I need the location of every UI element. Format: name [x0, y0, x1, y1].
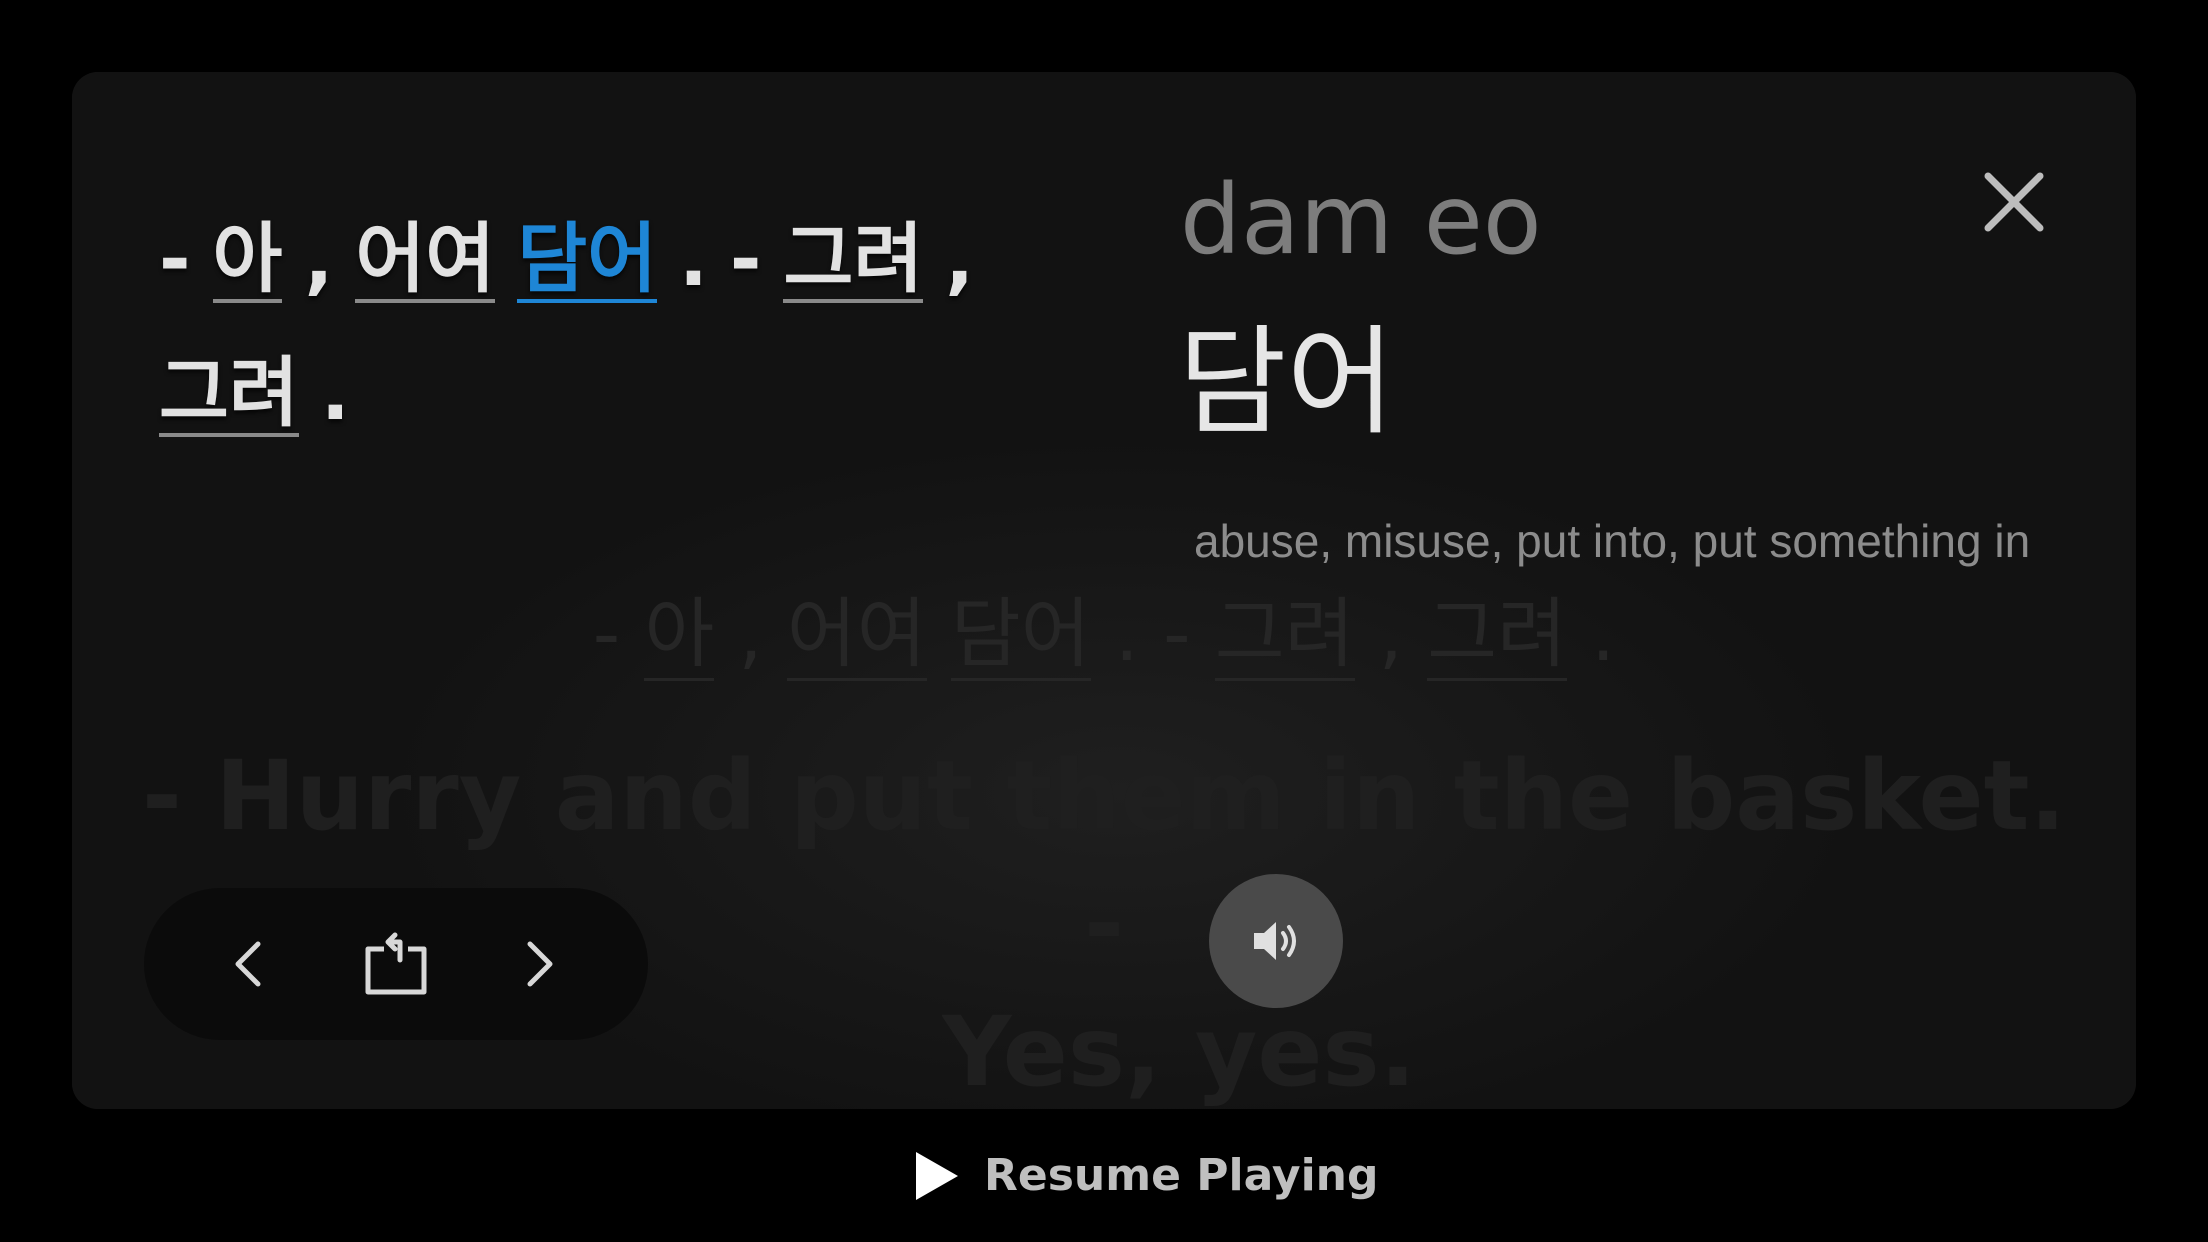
play-icon: [916, 1152, 958, 1200]
subtitle-punct: ,: [304, 214, 334, 303]
speaker-icon: [1254, 922, 1296, 960]
chevron-right-icon: [527, 941, 553, 987]
headword: 담어: [1178, 313, 1396, 451]
background-korean-subtitle: - 아 , 어여 담어 . - 그려 , 그려 .: [72, 572, 2136, 682]
repeat-subtitle-icon: [365, 932, 427, 995]
chevron-left-icon: [235, 941, 261, 987]
subtitle-punct: ,: [945, 214, 975, 303]
bg-token: ,: [1378, 589, 1403, 678]
bg-token: 그려: [1214, 589, 1355, 681]
previous-subtitle-button[interactable]: [206, 922, 290, 1006]
bg-token: .: [1591, 589, 1616, 678]
subtitle-word[interactable]: 그려: [159, 353, 299, 437]
play-audio-button[interactable]: [1209, 874, 1343, 1008]
bg-token: 어여: [786, 589, 927, 681]
bg-token: ,: [738, 589, 763, 678]
subtitle-punct: .: [679, 214, 708, 303]
interactive-subtitle: - 아, 어여 담어. - 그려, 그려.: [159, 192, 1099, 460]
subtitle-word[interactable]: 그려: [783, 219, 924, 303]
subtitle-nav-controls: [144, 888, 648, 1040]
subtitle-punct: .: [320, 348, 350, 437]
close-button[interactable]: [1972, 160, 2056, 244]
definition-text: abuse, misuse, put into, put something i…: [1194, 515, 2031, 567]
next-subtitle-button[interactable]: [498, 922, 582, 1006]
subtitle-word[interactable]: 아: [212, 219, 283, 303]
bg-token: 그려: [1427, 589, 1567, 681]
bg-english-line-2: Yes, yes.: [942, 996, 1417, 1108]
romanization: dam eo: [1180, 164, 1542, 276]
subtitle-lookup-panel: - 아 , 어여 담어 . - 그려 , 그려 . - Hurry and pu…: [72, 72, 2136, 1109]
subtitle-punct: -: [159, 214, 191, 303]
bg-token: 담어: [950, 589, 1091, 681]
subtitle-word[interactable]: 어여: [355, 219, 496, 303]
app-screen: - 아 , 어여 담어 . - 그려 , 그려 . - Hurry and pu…: [0, 0, 2208, 1242]
bg-token: -: [592, 589, 621, 678]
bg-token: 아: [644, 589, 715, 681]
resume-playing-label: Resume Playing: [984, 1150, 1379, 1201]
subtitle-word-selected[interactable]: 담어: [517, 219, 658, 303]
bg-token: .: [1114, 589, 1139, 678]
close-icon: [1984, 172, 2044, 232]
subtitle-punct: -: [729, 214, 762, 303]
repeat-subtitle-button[interactable]: [354, 922, 438, 1006]
bg-token: -: [1163, 589, 1191, 678]
